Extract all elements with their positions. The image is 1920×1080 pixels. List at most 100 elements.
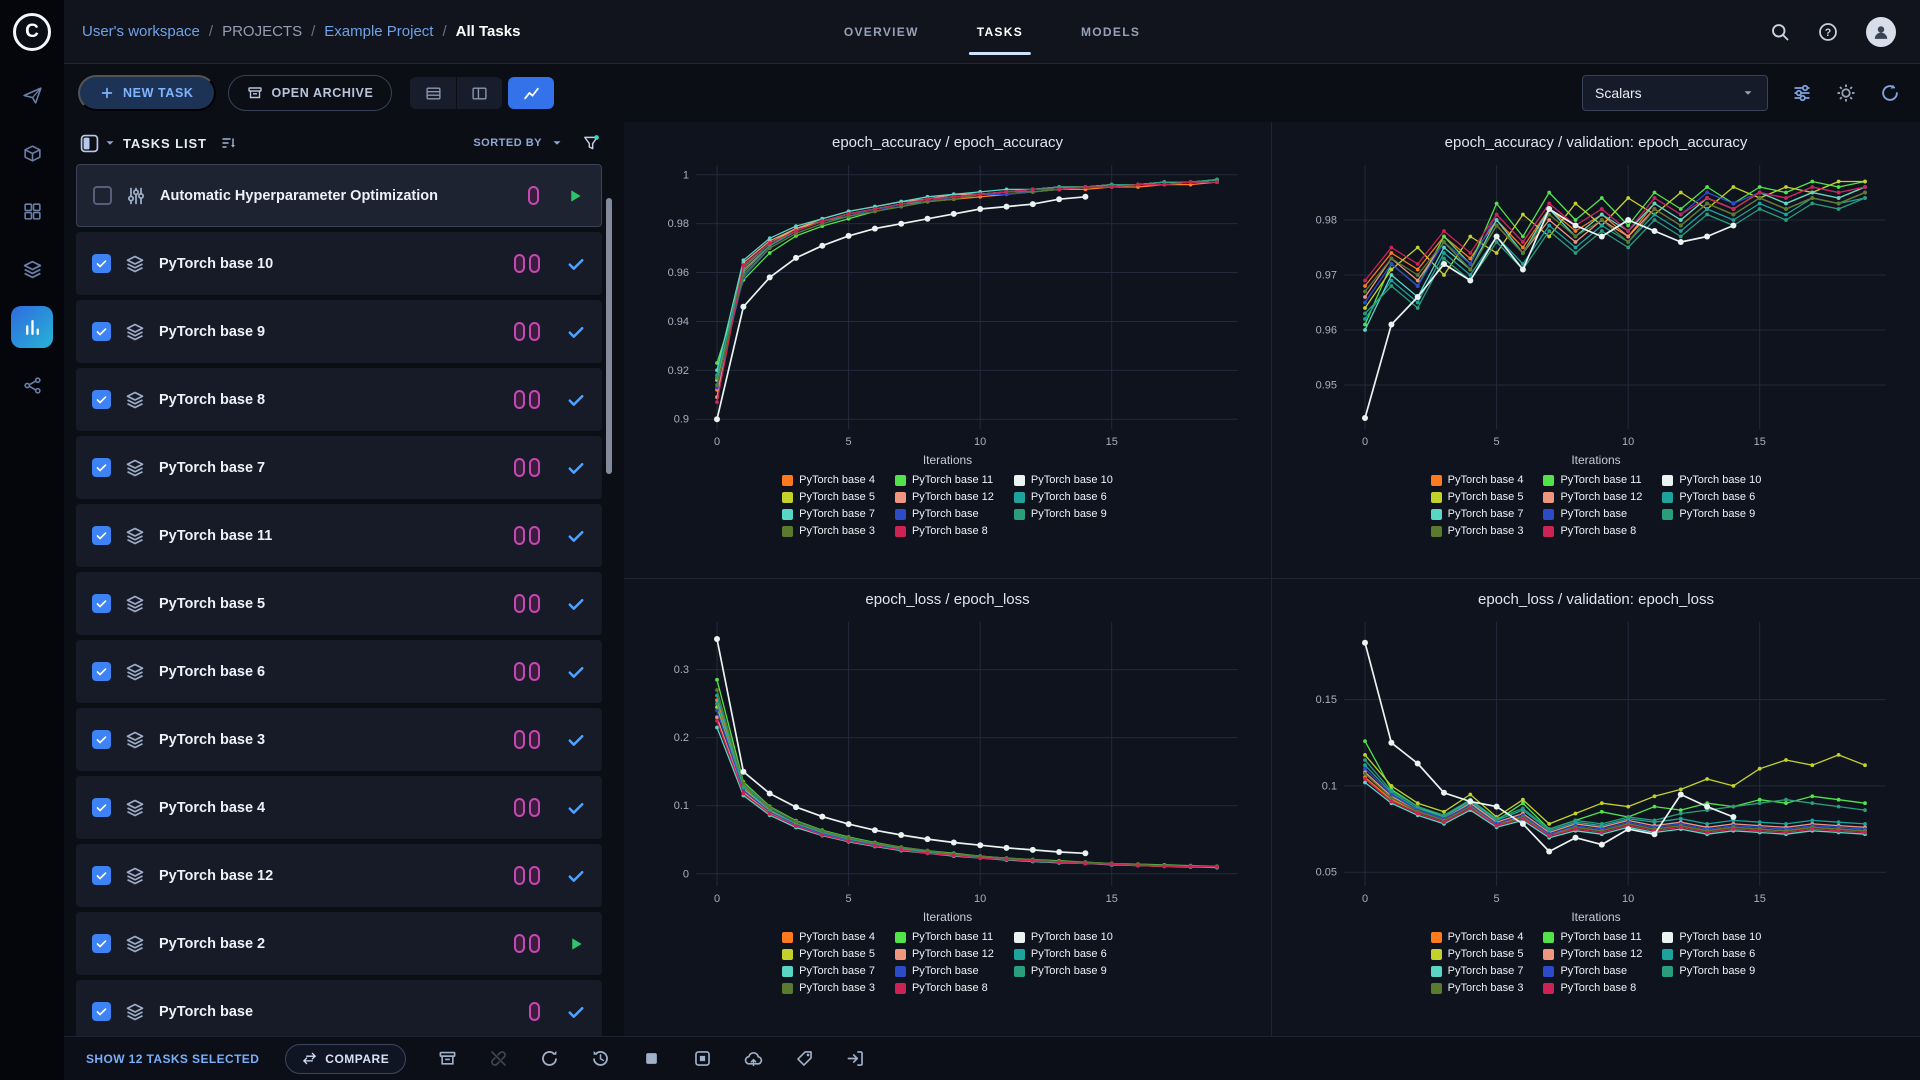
legend-item[interactable]: PyTorch base 3 [1430, 525, 1523, 537]
legend-item[interactable]: PyTorch base [1543, 965, 1642, 977]
retry-icon[interactable] [591, 1049, 610, 1068]
task-checkbox[interactable] [92, 458, 111, 477]
legend-item[interactable]: PyTorch base 12 [894, 948, 994, 960]
legend-item[interactable]: PyTorch base 5 [782, 491, 875, 503]
legend-item[interactable]: PyTorch base 5 [1430, 948, 1523, 960]
breadcrumb-project[interactable]: Example Project [324, 23, 433, 40]
tasks-scrollbar[interactable] [606, 198, 612, 474]
sort-icon[interactable] [221, 135, 237, 151]
filter-icon[interactable] [582, 134, 600, 152]
chart-plot[interactable]: 0 5 10 15 0.95 0.96 0.97 0.98 [1296, 155, 1896, 453]
legend-item[interactable]: PyTorch base [894, 508, 994, 520]
legend-item[interactable]: PyTorch base 10 [1013, 474, 1113, 486]
sidebar-item-datasets[interactable] [11, 190, 53, 232]
chart-plot[interactable]: 0 5 10 15 0.05 0.1 0.15 [1296, 612, 1896, 910]
legend-item[interactable]: PyTorch base 9 [1013, 508, 1113, 520]
legend-item[interactable]: PyTorch base 9 [1662, 508, 1761, 520]
task-row[interactable]: Automatic Hyperparameter Optimization [76, 164, 602, 227]
legend-item[interactable]: PyTorch base 4 [782, 931, 875, 943]
task-checkbox[interactable] [92, 254, 111, 273]
breadcrumb-projects[interactable]: PROJECTS [222, 23, 302, 40]
tune-icon[interactable] [1792, 83, 1812, 103]
chart-plot[interactable]: 0 5 10 15 0 0.1 0.2 0.3 [648, 612, 1248, 910]
legend-item[interactable]: PyTorch base 12 [1543, 948, 1642, 960]
task-checkbox[interactable] [92, 798, 111, 817]
legend-item[interactable]: PyTorch base 3 [782, 982, 875, 994]
legend-item[interactable]: PyTorch base 8 [1543, 982, 1642, 994]
split-view-button[interactable] [456, 77, 503, 109]
move-to-project-icon[interactable] [846, 1049, 865, 1068]
legend-item[interactable]: PyTorch base 11 [1543, 474, 1642, 486]
task-row[interactable]: PyTorch base 7 [76, 436, 602, 499]
abort-all-icon[interactable] [693, 1049, 712, 1068]
legend-item[interactable]: PyTorch base 3 [782, 525, 875, 537]
help-icon[interactable]: ? [1818, 22, 1838, 42]
breadcrumb-workspace[interactable]: User's workspace [82, 23, 200, 40]
legend-item[interactable]: PyTorch base 9 [1662, 965, 1761, 977]
legend-item[interactable]: PyTorch base 6 [1662, 948, 1761, 960]
legend-item[interactable]: PyTorch base 12 [1543, 491, 1642, 503]
legend-item[interactable]: PyTorch base 6 [1662, 491, 1761, 503]
legend-item[interactable]: PyTorch base 11 [1543, 931, 1642, 943]
chart-plot[interactable]: 0 5 10 15 0.9 0.92 0.94 0.96 0.98 1 [648, 155, 1248, 453]
chart-view-button[interactable] [508, 77, 555, 109]
task-row[interactable]: PyTorch base 4 [76, 776, 602, 839]
legend-item[interactable]: PyTorch base 10 [1662, 931, 1761, 943]
legend-item[interactable]: PyTorch base 5 [782, 948, 875, 960]
task-checkbox[interactable] [92, 322, 111, 341]
task-row[interactable]: PyTorch base 11 [76, 504, 602, 567]
legend-item[interactable]: PyTorch base 11 [894, 474, 994, 486]
task-checkbox[interactable] [92, 866, 111, 885]
user-avatar[interactable] [1866, 16, 1896, 47]
task-row[interactable]: PyTorch base 6 [76, 640, 602, 703]
sidebar-item-dashboard[interactable] [11, 74, 53, 116]
task-checkbox[interactable] [92, 594, 111, 613]
add-tag-icon[interactable] [795, 1049, 814, 1068]
task-checkbox[interactable] [93, 186, 112, 205]
task-row[interactable]: PyTorch base 8 [76, 368, 602, 431]
tab-overview[interactable]: OVERVIEW [844, 0, 919, 64]
sidebar-item-pipelines[interactable] [11, 248, 53, 290]
task-checkbox[interactable] [92, 1002, 111, 1021]
reset-icon[interactable] [540, 1049, 559, 1068]
legend-item[interactable]: PyTorch base 4 [782, 474, 875, 486]
sidebar-item-workers[interactable] [11, 364, 53, 406]
task-row[interactable]: PyTorch base 3 [76, 708, 602, 771]
tab-tasks[interactable]: TASKS [968, 0, 1032, 64]
archive-icon[interactable] [438, 1049, 457, 1068]
task-row[interactable]: PyTorch base 9 [76, 300, 602, 363]
task-checkbox[interactable] [92, 934, 111, 953]
legend-item[interactable]: PyTorch base 3 [1430, 982, 1523, 994]
select-all-checkbox[interactable] [80, 134, 99, 153]
legend-item[interactable]: PyTorch base 8 [894, 525, 994, 537]
table-view-button[interactable] [410, 77, 457, 109]
tab-models[interactable]: MODELS [1081, 0, 1140, 64]
abort-icon[interactable] [642, 1049, 661, 1068]
open-archive-button[interactable]: OPEN ARCHIVE [227, 75, 393, 111]
sorted-by-button[interactable]: SORTED BY [473, 137, 542, 149]
sidebar-item-experiments[interactable] [11, 306, 53, 348]
clearml-logo[interactable]: C [0, 0, 64, 64]
legend-item[interactable]: PyTorch base 12 [894, 491, 994, 503]
legend-item[interactable]: PyTorch base 8 [1543, 525, 1642, 537]
legend-item[interactable]: PyTorch base 6 [1013, 948, 1113, 960]
legend-item[interactable]: PyTorch base 7 [782, 965, 875, 977]
chevron-down-icon[interactable] [103, 136, 117, 150]
gear-icon[interactable] [1836, 83, 1856, 103]
new-task-button[interactable]: NEW TASK [78, 75, 216, 111]
compare-button[interactable]: COMPARE [285, 1043, 407, 1074]
legend-item[interactable]: PyTorch base 10 [1662, 474, 1761, 486]
legend-item[interactable]: PyTorch base 7 [1430, 965, 1523, 977]
legend-item[interactable]: PyTorch base 9 [1013, 965, 1113, 977]
task-row[interactable]: PyTorch base 10 [76, 232, 602, 295]
task-checkbox[interactable] [92, 662, 111, 681]
task-row[interactable]: PyTorch base 2 [76, 912, 602, 975]
legend-item[interactable]: PyTorch base 10 [1013, 931, 1113, 943]
legend-item[interactable]: PyTorch base 11 [894, 931, 994, 943]
publish-icon[interactable] [744, 1049, 763, 1068]
task-row[interactable]: PyTorch base [76, 980, 602, 1036]
task-checkbox[interactable] [92, 730, 111, 749]
legend-item[interactable]: PyTorch base 4 [1430, 474, 1523, 486]
task-checkbox[interactable] [92, 390, 111, 409]
sidebar-item-projects[interactable] [11, 132, 53, 174]
